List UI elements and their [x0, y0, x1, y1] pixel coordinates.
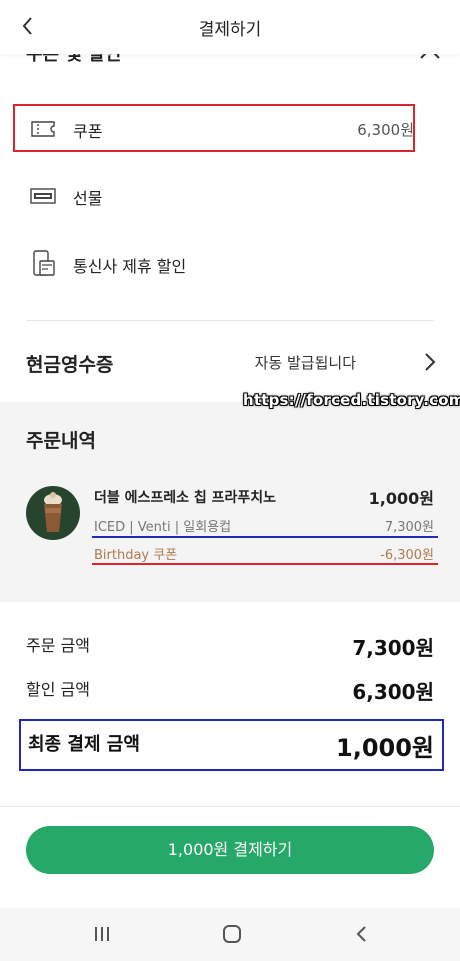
- final-amount-label: 최종 결제 금액: [28, 734, 140, 755]
- discount-amount-label: 할인 금액: [26, 680, 90, 699]
- applied-coupon-row: Birthday 쿠폰 -6,300원: [94, 544, 434, 563]
- recent-apps-icon[interactable]: [90, 922, 114, 946]
- product-name: 더블 에스프레소 칩 프라푸치노: [94, 490, 277, 506]
- system-nav-bar: [0, 908, 460, 961]
- product-price: 1,000원: [368, 489, 434, 508]
- product-image: [26, 486, 80, 540]
- cash-receipt-label: 현금영수증: [26, 354, 114, 376]
- gift-row[interactable]: 선물: [0, 168, 460, 224]
- back-icon[interactable]: [350, 922, 374, 946]
- cash-receipt-row[interactable]: 현금영수증 자동 발급됩니다: [0, 330, 460, 394]
- app-header: 결제하기: [0, 0, 460, 54]
- highlight-box-red: [13, 104, 415, 152]
- telecom-discount-label: 통신사 제휴 할인: [73, 257, 187, 276]
- pay-button[interactable]: 1,000원 결제하기: [26, 826, 434, 874]
- page-title: 결제하기: [198, 20, 262, 40]
- telecom-discount-row[interactable]: 통신사 제휴 할인: [0, 236, 460, 292]
- final-amount-value: 1,000원: [336, 734, 434, 762]
- gift-card-icon: [30, 188, 56, 204]
- product-options: ICED | Venti | 일회용컵: [94, 520, 232, 535]
- cash-receipt-value: 자동 발급됩니다: [254, 354, 356, 372]
- home-icon[interactable]: [220, 922, 244, 946]
- discount-amount-value: 6,300원: [352, 680, 434, 704]
- underline-red: [92, 563, 438, 565]
- order-details-title: 주문내역: [26, 430, 96, 452]
- gift-label: 선물: [73, 189, 103, 208]
- phone-cards-icon: [33, 250, 55, 276]
- applied-coupon-label: Birthday 쿠폰: [94, 548, 178, 563]
- chevron-right-icon: [425, 353, 436, 371]
- section-divider: [26, 320, 434, 321]
- underline-blue: [92, 536, 438, 538]
- order-amount-value: 7,300원: [352, 636, 434, 660]
- product-options-price: 7,300원: [384, 520, 434, 535]
- watermark: https://forced.tistory.com: [243, 391, 460, 409]
- product-options-row: ICED | Venti | 일회용컵 7,300원: [94, 516, 434, 535]
- order-amount-label: 주문 금액: [26, 636, 90, 655]
- bottom-divider: [0, 806, 460, 807]
- applied-coupon-value: -6,300원: [380, 548, 434, 563]
